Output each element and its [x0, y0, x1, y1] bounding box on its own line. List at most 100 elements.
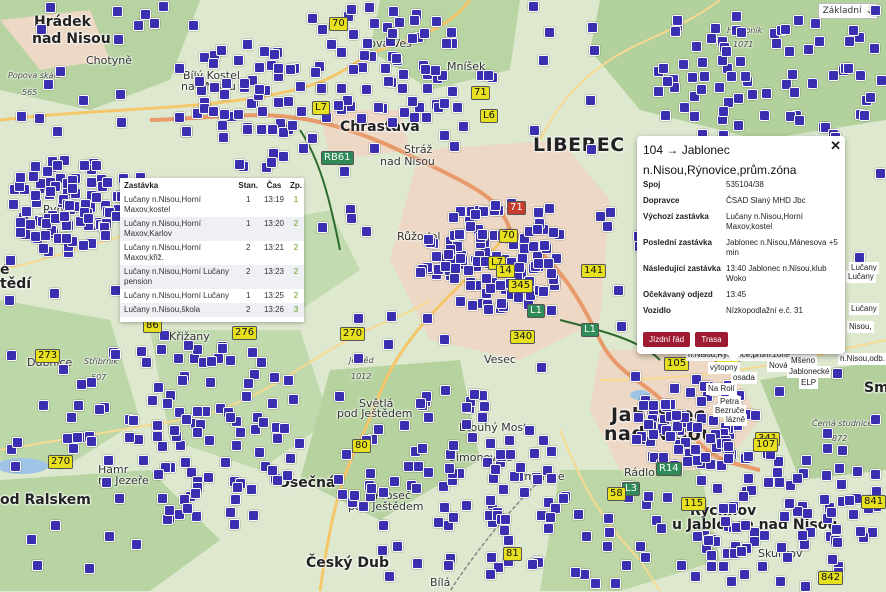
bus-icon[interactable] [278, 151, 289, 162]
line-badge[interactable]: 81 [503, 547, 522, 561]
bus-icon[interactable] [258, 417, 269, 428]
bus-icon[interactable] [206, 356, 217, 367]
bus-icon[interactable] [317, 222, 328, 233]
bus-icon[interactable] [362, 38, 373, 49]
bus-icon[interactable] [726, 576, 737, 587]
bus-icon[interactable] [533, 258, 544, 269]
bus-icon[interactable] [433, 517, 444, 528]
bus-icon[interactable] [267, 465, 278, 476]
bus-icon[interactable] [32, 560, 43, 571]
bus-icon[interactable] [392, 541, 403, 552]
bus-icon[interactable] [448, 212, 459, 223]
bus-icon[interactable] [91, 192, 102, 203]
bus-icon[interactable] [84, 563, 95, 574]
bus-icon[interactable] [140, 9, 151, 20]
bus-icon[interactable] [380, 63, 391, 74]
bus-icon[interactable] [30, 231, 41, 242]
bus-icon[interactable] [822, 443, 833, 454]
bus-icon[interactable] [455, 253, 466, 264]
line-badge[interactable]: 70 [499, 229, 518, 243]
bus-icon[interactable] [394, 17, 405, 28]
bus-icon[interactable] [353, 313, 364, 324]
bus-icon[interactable] [447, 86, 458, 97]
bus-icon[interactable] [346, 4, 357, 15]
bus-icon[interactable] [828, 70, 839, 81]
bus-icon[interactable] [67, 183, 78, 194]
bus-icon[interactable] [538, 286, 549, 297]
table-row[interactable]: Lučany n.Nisou,škola 2 13:26 3 [120, 303, 304, 317]
bus-icon[interactable] [461, 419, 472, 430]
bus-icon[interactable] [415, 267, 426, 278]
bus-icon[interactable] [706, 561, 717, 572]
bus-icon[interactable] [870, 414, 881, 425]
bus-icon[interactable] [779, 511, 790, 522]
bus-icon[interactable] [174, 63, 185, 74]
bus-icon[interactable] [723, 453, 734, 464]
bus-icon[interactable] [68, 443, 79, 454]
bus-icon[interactable] [272, 433, 283, 444]
bus-icon[interactable] [38, 243, 49, 254]
bus-icon[interactable] [802, 508, 813, 519]
bus-icon[interactable] [630, 371, 641, 382]
bus-icon[interactable] [285, 64, 296, 75]
bus-icon[interactable] [247, 347, 258, 358]
bus-icon[interactable] [546, 446, 557, 457]
bus-icon[interactable] [718, 106, 729, 117]
bus-icon[interactable] [697, 57, 708, 68]
table-row[interactable]: Lučany n.Nisou,Horní Maxov,Karlov 1 13:20 2 [120, 217, 304, 241]
bus-icon[interactable] [441, 38, 452, 49]
bus-icon[interactable] [532, 474, 543, 485]
bus-icon[interactable] [101, 477, 112, 488]
close-icon[interactable]: ✕ [830, 138, 841, 154]
bus-icon[interactable] [467, 300, 478, 311]
bus-icon[interactable] [407, 96, 418, 107]
bus-icon[interactable] [545, 512, 556, 523]
bus-icon[interactable] [538, 55, 549, 66]
bus-icon[interactable] [821, 470, 832, 481]
bus-icon[interactable] [449, 141, 460, 152]
bus-icon[interactable] [581, 531, 592, 542]
bus-icon[interactable] [182, 503, 193, 514]
bus-icon[interactable] [242, 124, 253, 135]
bus-icon[interactable] [602, 221, 613, 232]
bus-icon[interactable] [676, 560, 687, 571]
bus-icon[interactable] [353, 353, 364, 364]
bus-icon[interactable] [440, 261, 451, 272]
bus-icon[interactable] [723, 441, 734, 452]
bus-icon[interactable] [750, 410, 761, 421]
bus-icon[interactable] [194, 76, 205, 87]
bus-icon[interactable] [834, 463, 845, 474]
bus-icon[interactable] [548, 227, 559, 238]
bus-icon[interactable] [58, 364, 69, 375]
bus-icon[interactable] [102, 177, 113, 188]
line-badge[interactable]: L1 [527, 304, 545, 318]
bus-icon[interactable] [703, 535, 714, 546]
bus-icon[interactable] [218, 132, 229, 143]
bus-icon[interactable] [114, 493, 125, 504]
bus-icon[interactable] [515, 462, 526, 473]
bus-icon[interactable] [672, 15, 683, 26]
bus-icon[interactable] [336, 47, 347, 58]
bus-icon[interactable] [242, 39, 253, 50]
bus-icon[interactable] [386, 311, 397, 322]
bus-icon[interactable] [348, 64, 359, 75]
bus-icon[interactable] [792, 473, 803, 484]
bus-icon[interactable] [141, 357, 152, 368]
bus-icon[interactable] [15, 227, 26, 238]
bus-icon[interactable] [326, 39, 337, 50]
bus-icon[interactable] [72, 432, 83, 443]
bus-icon[interactable] [181, 414, 192, 425]
bus-icon[interactable] [793, 15, 804, 26]
bus-icon[interactable] [287, 120, 298, 131]
bus-icon[interactable] [470, 209, 481, 220]
bus-icon[interactable] [430, 65, 441, 76]
bus-icon[interactable] [621, 560, 632, 571]
bus-icon[interactable] [66, 412, 77, 423]
bus-icon[interactable] [671, 410, 682, 421]
bus-icon[interactable] [524, 425, 535, 436]
bus-icon[interactable] [417, 443, 428, 454]
bus-icon[interactable] [225, 355, 236, 366]
bus-icon[interactable] [448, 512, 459, 523]
bus-icon[interactable] [498, 484, 509, 495]
bus-icon[interactable] [364, 2, 375, 13]
